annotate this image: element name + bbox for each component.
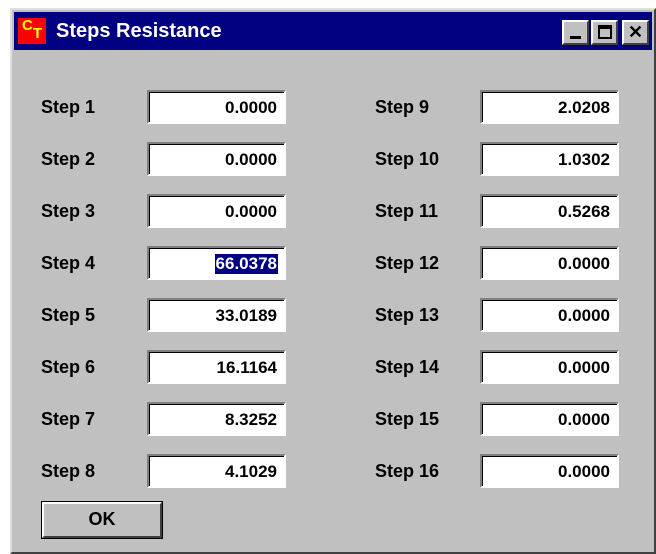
minimize-button[interactable] bbox=[562, 20, 589, 45]
step-13-field[interactable]: 0.0000 bbox=[480, 298, 619, 332]
step-10-label: Step 10 bbox=[375, 149, 440, 169]
step-9-field[interactable]: 2.0208 bbox=[480, 90, 619, 124]
step-1-value: 0.0000 bbox=[225, 98, 277, 117]
close-icon: ✕ bbox=[627, 22, 644, 42]
minimize-icon bbox=[570, 36, 581, 39]
step-13-value: 0.0000 bbox=[558, 306, 610, 325]
maximize-button[interactable] bbox=[591, 20, 618, 45]
step-6-field[interactable]: 16.1164 bbox=[147, 350, 286, 384]
step-16-label: Step 16 bbox=[375, 461, 440, 481]
step-13-label: Step 13 bbox=[375, 305, 440, 325]
step-14-label: Step 14 bbox=[375, 357, 440, 377]
step-14-value: 0.0000 bbox=[558, 358, 610, 377]
step-2-label: Step 2 bbox=[41, 149, 96, 169]
step-1-label: Step 1 bbox=[41, 97, 96, 117]
step-11-label: Step 11 bbox=[375, 201, 439, 221]
close-button[interactable]: ✕ bbox=[622, 20, 649, 45]
step-9-label: Step 9 bbox=[375, 97, 430, 117]
step-12-label: Step 12 bbox=[375, 253, 440, 273]
ok-button[interactable]: OK bbox=[42, 502, 162, 538]
step-12-value: 0.0000 bbox=[558, 254, 610, 273]
step-8-field[interactable]: 4.1029 bbox=[147, 454, 286, 488]
step-16-field[interactable]: 0.0000 bbox=[480, 454, 619, 488]
step-10-value: 1.0302 bbox=[558, 150, 610, 169]
step-4-field[interactable]: 66.0378 bbox=[147, 246, 286, 280]
step-6-label: Step 6 bbox=[41, 357, 96, 377]
step-4-value: 66.0378 bbox=[214, 254, 278, 274]
app-icon-letter-c: C bbox=[21, 17, 33, 34]
step-3-label: Step 3 bbox=[41, 201, 96, 221]
steps-resistance-dialog: CT Steps Resistance ✕ Step 1 0.0000 Step… bbox=[10, 8, 656, 554]
title-bar[interactable]: CT Steps Resistance ✕ bbox=[14, 12, 652, 50]
step-1-field[interactable]: 0.0000 bbox=[147, 90, 286, 124]
step-15-label: Step 15 bbox=[375, 409, 440, 429]
step-11-value: 0.5268 bbox=[558, 202, 610, 221]
step-4-label: Step 4 bbox=[41, 253, 96, 273]
window-title: Steps Resistance bbox=[56, 20, 222, 42]
app-icon[interactable]: CT bbox=[18, 17, 46, 44]
step-3-field[interactable]: 0.0000 bbox=[147, 194, 286, 228]
step-15-field[interactable]: 0.0000 bbox=[480, 402, 619, 436]
step-15-value: 0.0000 bbox=[558, 410, 610, 429]
step-8-value: 4.1029 bbox=[225, 462, 277, 481]
step-7-label: Step 7 bbox=[41, 409, 96, 429]
step-8-label: Step 8 bbox=[41, 461, 96, 481]
step-7-value: 8.3252 bbox=[225, 410, 277, 429]
step-14-field[interactable]: 0.0000 bbox=[480, 350, 619, 384]
step-6-value: 16.1164 bbox=[216, 358, 277, 377]
step-16-value: 0.0000 bbox=[558, 462, 610, 481]
step-2-value: 0.0000 bbox=[225, 150, 277, 169]
step-7-field[interactable]: 8.3252 bbox=[147, 402, 286, 436]
step-10-field[interactable]: 1.0302 bbox=[480, 142, 619, 176]
step-9-value: 2.0208 bbox=[558, 98, 610, 117]
step-3-value: 0.0000 bbox=[225, 202, 277, 221]
maximize-icon bbox=[598, 25, 612, 39]
step-5-field[interactable]: 33.0189 bbox=[147, 298, 286, 332]
app-icon-letter-t: T bbox=[32, 25, 42, 42]
step-5-value: 33.0189 bbox=[215, 306, 277, 325]
step-11-field[interactable]: 0.5268 bbox=[480, 194, 619, 228]
step-2-field[interactable]: 0.0000 bbox=[147, 142, 286, 176]
step-5-label: Step 5 bbox=[41, 305, 96, 325]
step-12-field[interactable]: 0.0000 bbox=[480, 246, 619, 280]
